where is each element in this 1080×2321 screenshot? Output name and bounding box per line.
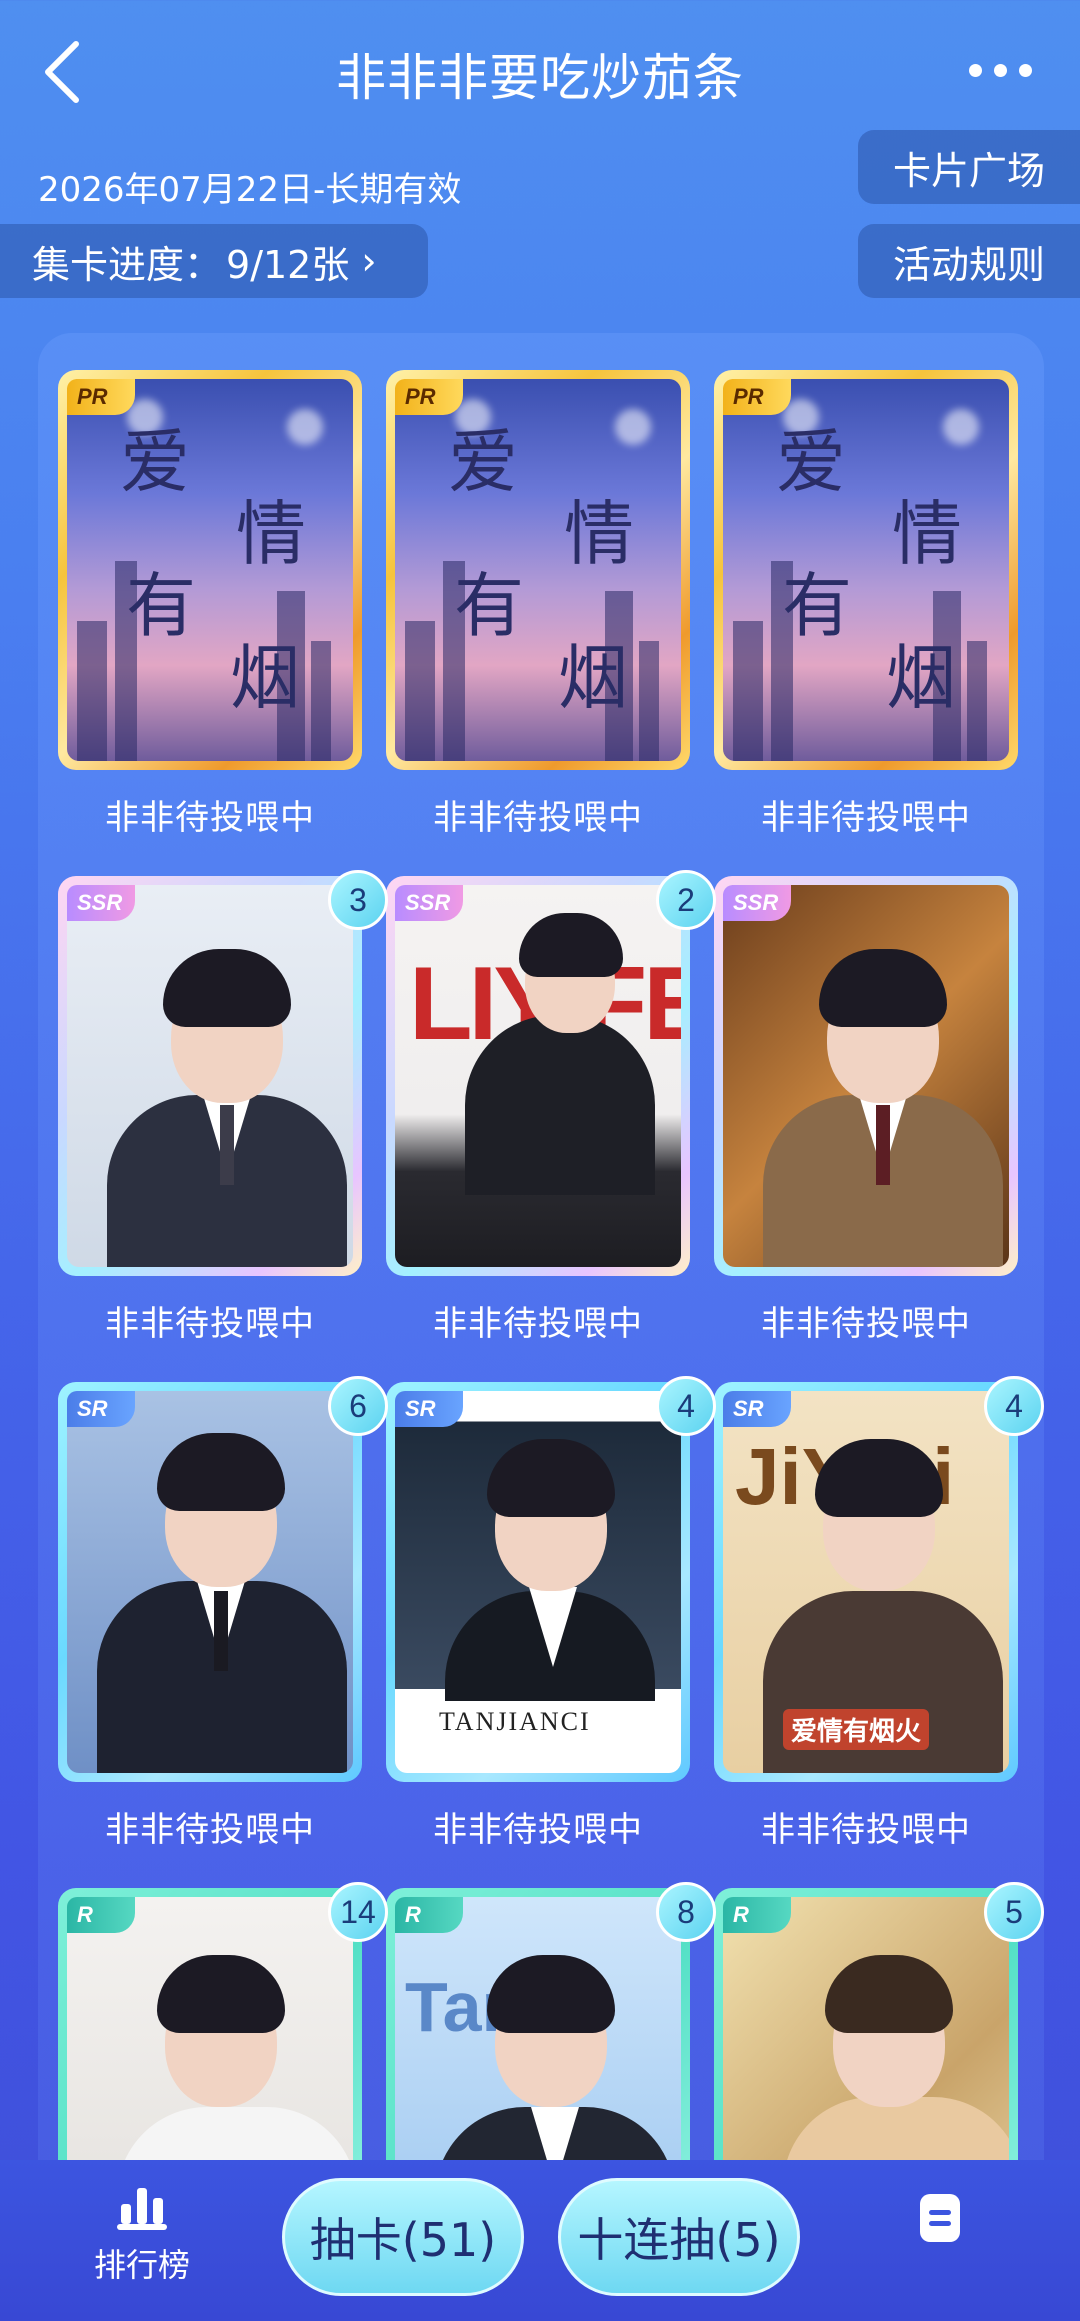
card-count-badge: 6 [328, 1376, 388, 1436]
validity-text: 2026年07月22日-长期有效 [38, 170, 462, 210]
art-title: 爱情有烟 [448, 421, 634, 719]
chevron-right-icon: › [361, 239, 377, 283]
card-caption: 非非待投喂中 [433, 798, 643, 838]
rarity-badge: PR [723, 379, 791, 415]
rarity-badge: SR [67, 1391, 135, 1427]
card-art: TANJIANCI [395, 1391, 681, 1773]
progress-label: 集卡进度： [32, 242, 223, 287]
rarity-badge: PR [67, 379, 135, 415]
card-count-badge: 5 [984, 1882, 1044, 1942]
rarity-badge: R [67, 1897, 135, 1933]
card-count-badge: 8 [656, 1882, 716, 1942]
rarity-badge: SR [395, 1391, 463, 1427]
card-count-badge: 4 [984, 1376, 1044, 1436]
card-caption: 非非待投喂中 [433, 1304, 643, 1344]
card-art: LIYIFEI [395, 885, 681, 1267]
rarity-badge: SSR [395, 885, 463, 921]
activity-rules-button[interactable]: 活动规则 [858, 224, 1080, 298]
card-art: JiYiCi 爱情有烟火 [723, 1391, 1009, 1773]
card-count-badge: 14 [328, 1882, 388, 1942]
ranking-label: 排行榜 [93, 2246, 190, 2284]
card-pr-1[interactable]: 爱情有烟 PR [58, 370, 362, 770]
card-art [67, 1391, 353, 1773]
card-art [67, 885, 353, 1267]
art-title: 爱情有烟 [776, 421, 962, 719]
rarity-badge: PR [395, 379, 463, 415]
card-art [723, 885, 1009, 1267]
bar-chart-icon [117, 2188, 167, 2230]
card-caption: 非非待投喂中 [105, 798, 315, 838]
card-sr-3[interactable]: JiYiCi 爱情有烟火 SR 4 [714, 1376, 1044, 1782]
card-art: 爱情有烟 [723, 379, 1009, 761]
card-ssr-2[interactable]: LIYIFEI SSR 2 [386, 870, 716, 1276]
rarity-badge: SSR [723, 885, 791, 921]
rarity-badge: R [395, 1897, 463, 1933]
card-count-badge: 4 [656, 1376, 716, 1436]
card-sr-2[interactable]: TANJIANCI SR 4 [386, 1376, 716, 1782]
rarity-badge: SR [723, 1391, 791, 1427]
card-sr-1[interactable]: SR 6 [58, 1376, 388, 1782]
card-caption: 非非待投喂中 [105, 1810, 315, 1850]
card-caption: 非非待投喂中 [433, 1810, 643, 1850]
card-pr-2[interactable]: 爱情有烟 PR [386, 370, 690, 770]
card-caption: 非非待投喂中 [761, 798, 971, 838]
card-count-badge: 3 [328, 870, 388, 930]
draw-card-button[interactable]: 抽卡(51) [282, 2178, 524, 2296]
rarity-badge: R [723, 1897, 791, 1933]
more-button[interactable] [960, 50, 1040, 90]
notes-button[interactable] [910, 2188, 970, 2248]
ranking-button[interactable]: 排行榜 [82, 2184, 202, 2294]
card-ssr-3[interactable]: SSR [714, 876, 1018, 1276]
progress-value: 9/12张 [226, 242, 350, 287]
card-art: 爱情有烟 [67, 379, 353, 761]
ten-draw-button[interactable]: 十连抽(5) [558, 2178, 800, 2296]
card-caption: 非非待投喂中 [761, 1304, 971, 1344]
card-ssr-1[interactable]: SSR 3 [58, 870, 388, 1276]
more-dots-icon [968, 63, 982, 77]
card-count-badge: 2 [656, 870, 716, 930]
card-pr-3[interactable]: 爱情有烟 PR [714, 370, 1018, 770]
note-icon [920, 2194, 960, 2242]
page-title: 非非非要吃炒茄条 [336, 49, 744, 107]
collect-progress[interactable]: 集卡进度： 9/12张 › [0, 224, 428, 298]
top-bar: 非非非要吃炒茄条 [0, 0, 1080, 140]
card-square-button[interactable]: 卡片广场 [858, 130, 1080, 204]
card-caption: 非非待投喂中 [105, 1304, 315, 1344]
rarity-badge: SSR [67, 885, 135, 921]
card-caption: 非非待投喂中 [761, 1810, 971, 1850]
art-title: 爱情有烟 [120, 421, 306, 719]
card-art: 爱情有烟 [395, 379, 681, 761]
